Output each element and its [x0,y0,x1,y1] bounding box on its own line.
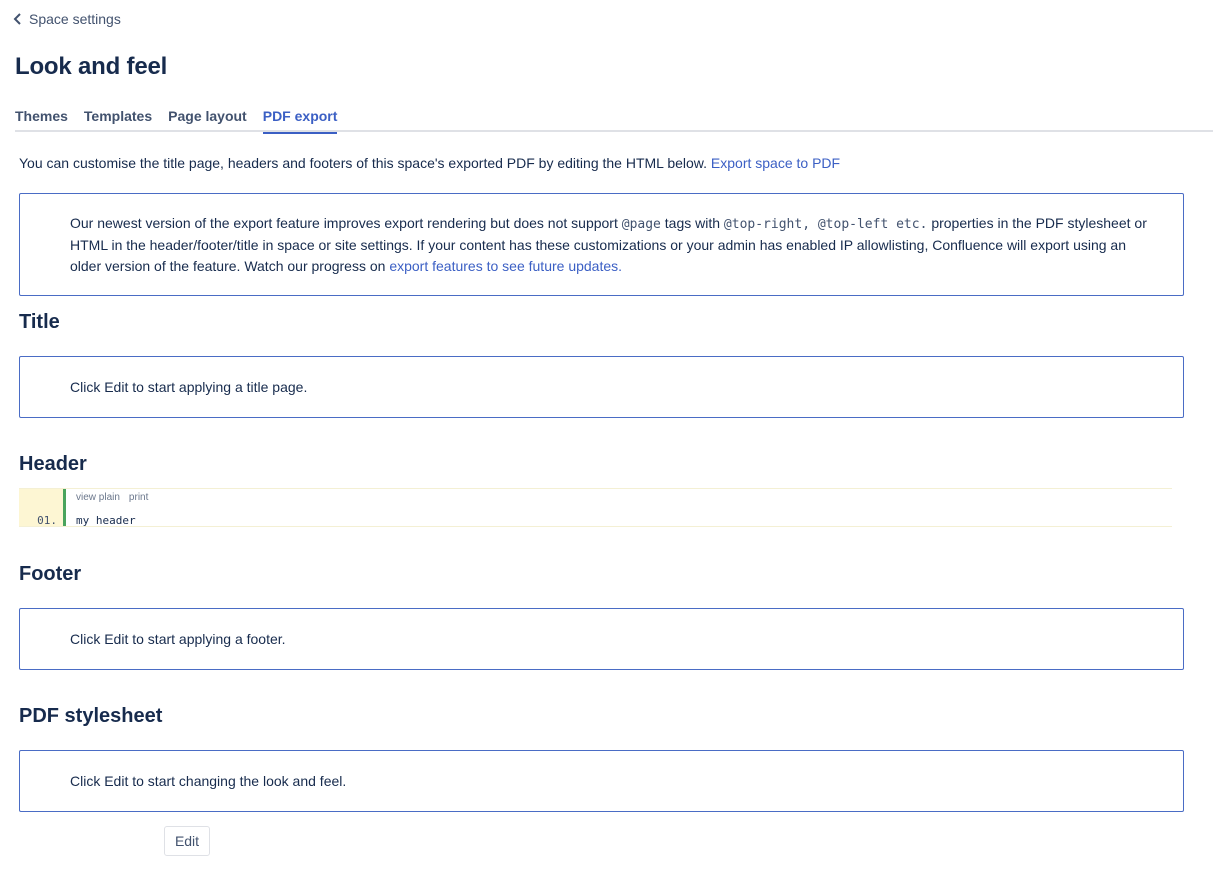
page-title: Look and feel [15,53,168,80]
intro-description: You can customise the title page, header… [19,155,708,171]
notice-text-2: tags with [664,215,721,231]
export-features-link[interactable]: export features to see future updates. [389,258,622,274]
header-section-heading: Header [19,453,87,475]
stylesheet-section-heading: PDF stylesheet [19,705,163,727]
notice-code-top: @top-right, @top-left etc. [723,217,928,232]
tab-page-layout[interactable]: Page layout [168,104,247,132]
footer-placeholder-box: Click Edit to start applying a footer. [19,608,1184,670]
tab-pdf-export[interactable]: PDF export [262,104,337,134]
footer-section-heading: Footer [19,563,82,585]
code-content: view plain print my header [66,489,1172,527]
line-number: 01. [37,514,57,527]
code-gutter: 01. [19,489,63,527]
notice-text-1: Our newest version of the export feature… [70,215,618,231]
code-line: my header [76,514,136,527]
header-code-block: 01. view plain print my header [19,488,1172,527]
footer-placeholder-text: Click Edit to start applying a footer. [70,631,286,647]
edit-button[interactable]: Edit [164,826,210,856]
tab-bar: Themes Templates Page layout PDF export [15,104,1213,134]
title-section-heading: Title [19,311,60,333]
stylesheet-placeholder-text: Click Edit to start changing the look an… [70,773,347,789]
export-notice: Our newest version of the export feature… [19,193,1184,296]
back-link-label: Space settings [29,11,121,27]
chevron-left-icon [13,13,21,25]
view-plain-link[interactable]: view plain [76,492,120,503]
title-placeholder-text: Click Edit to start applying a title pag… [70,379,308,395]
export-space-to-pdf-link[interactable]: Export space to PDF [711,155,840,171]
stylesheet-placeholder-box: Click Edit to start changing the look an… [19,750,1184,812]
code-toolbar: view plain print [76,492,148,503]
title-placeholder-box: Click Edit to start applying a title pag… [19,356,1184,418]
back-to-space-settings-link[interactable]: Space settings [13,11,121,27]
tab-templates[interactable]: Templates [84,104,152,132]
notice-code-page: @page [621,217,661,232]
print-link[interactable]: print [129,492,148,503]
tab-themes[interactable]: Themes [15,104,68,132]
intro-text: You can customise the title page, header… [19,155,840,171]
